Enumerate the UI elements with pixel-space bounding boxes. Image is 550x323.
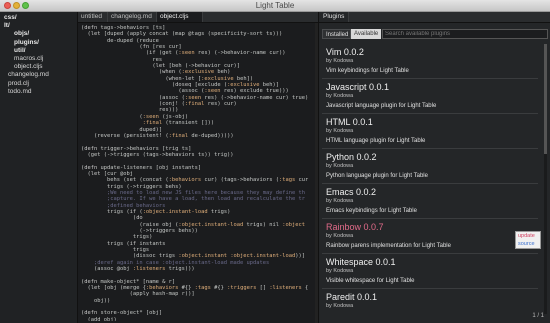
tree-file[interactable]: todo.md (0, 88, 77, 96)
plugin-name: Python (326, 152, 355, 162)
plugin-version: 0.0.1 (375, 257, 396, 267)
plugin-name: Whitespace (326, 257, 374, 267)
plugin-author: by Kodowa (326, 233, 354, 239)
plugins-panel: Plugins Installed Available Vim 0.0.2by … (318, 12, 550, 323)
plugin-name: Emacs (326, 187, 354, 197)
plugin-card[interactable]: Whitespace 0.0.1 by Kodowa Visible whitesp… (322, 254, 538, 289)
plugin-author: by Kodowa (326, 58, 354, 64)
plugin-version: 0.0.2 (356, 152, 377, 162)
code-line: (let [duped (apply concat (map @tags (sp… (81, 31, 283, 38)
plugin-title: Vim 0.0.2 (326, 44, 538, 58)
plugin-author: by Kodowa (326, 303, 354, 309)
update-menu-item[interactable]: update (516, 232, 540, 240)
plugin-title: Python 0.0.2 (326, 149, 538, 163)
plugin-card[interactable]: Emacs 0.0.2 by Kodowa Emacs keybindings fo… (322, 184, 538, 219)
plugins-tab-bar: Plugins (319, 12, 550, 23)
tree-file[interactable]: prod.clj (0, 80, 77, 88)
source-menu-item[interactable]: source (516, 240, 540, 248)
plugin-version: 0.0.1 (369, 82, 390, 92)
editor-tab[interactable]: changelog.md (108, 12, 157, 22)
tree-folder[interactable]: plugins/ (0, 39, 77, 47)
plugin-card[interactable]: HTML 0.0.1 by Kodowa HTML language plugin … (322, 114, 538, 149)
plugin-author: by Kodowa (326, 163, 354, 169)
plugin-context-menu: update source (515, 231, 541, 249)
editor-tab[interactable]: untitled (78, 12, 108, 22)
plugin-description: Emacs keybindings for Light Table (326, 208, 417, 214)
plugin-name: Vim (326, 47, 342, 57)
code-area[interactable]: (defn tags->behaviors [ts] (let [duped (… (81, 25, 317, 321)
file-tree: css/lt/objs/plugins/util/macros.clj objec… (0, 12, 78, 323)
app-window: Light Table css/lt/objs/plugins/util/mac… (0, 0, 550, 323)
plugin-card[interactable]: Vim 0.0.2 by Kodowa Vim keybindings for Li… (322, 44, 538, 79)
plugin-author: by Kodowa (326, 198, 354, 204)
page-indicator: 1 / 1 (532, 313, 544, 319)
plugin-name: Javascript (326, 82, 367, 92)
plugin-author: by Kodowa (326, 93, 354, 99)
editor-pane: untitled changelog.md object.cljs (defn ta… (78, 12, 318, 323)
plugin-description: HTML language plugin for Light Table (326, 138, 426, 144)
plugin-title: HTML 0.0.1 (326, 114, 538, 128)
plugin-author: by Kodowa (326, 268, 354, 274)
plugin-title: Emacs 0.0.2 (326, 184, 538, 198)
tree-file[interactable]: changelog.md (0, 71, 77, 79)
plugin-author: by Kodowa (326, 128, 354, 134)
plugin-title: Paredit 0.0.1 (326, 289, 538, 303)
tree-file[interactable]: macros.clj (0, 55, 77, 63)
status-bar: 1 / 1 (318, 312, 550, 323)
plugin-card[interactable]: Paredit 0.0.1 by Kodowa (322, 289, 538, 314)
plugin-search-input[interactable] (382, 29, 548, 39)
editor-tab[interactable]: object.cljs (157, 12, 203, 22)
installed-filter-button[interactable]: Installed (322, 29, 351, 39)
plugin-description: Vim keybindings for Light Table (326, 68, 409, 74)
tree-file[interactable]: object.cljs (0, 63, 77, 71)
plugin-list: Vim 0.0.2 by Kodowa Vim keybindings for Li… (322, 44, 548, 314)
plugin-version: 0.0.7 (363, 222, 384, 232)
plugin-card[interactable]: Rainbow 0.0.7 by Kodowa Rainbow parens imp… (322, 219, 538, 254)
plugin-title: Javascript 0.0.1 (326, 79, 538, 93)
tree-folder[interactable]: css/ (0, 14, 77, 22)
plugin-description: Visible whitespace for Light Table (326, 278, 415, 284)
plugin-title: Whitespace 0.0.1 (326, 254, 538, 268)
title-bar: Light Table (0, 0, 550, 12)
plugin-version: 0.0.1 (352, 117, 373, 127)
plugin-name: HTML (326, 117, 351, 127)
plugin-description: Python language plugin for Light Table (326, 173, 428, 179)
code-line: (add obj) (81, 316, 117, 321)
plugin-version: 0.0.2 (356, 187, 377, 197)
plugin-description: Javascript language plugin for Light Tab… (326, 103, 437, 109)
plugin-list-scrollbar[interactable] (544, 44, 547, 314)
plugin-card[interactable]: Python 0.0.2 by Kodowa Python language plu… (322, 149, 538, 184)
plugin-card[interactable]: Javascript 0.0.1 by Kodowa Javascript lang… (322, 79, 538, 114)
plugin-version: 0.0.2 (343, 47, 364, 57)
tree-folder[interactable]: objs/ (0, 30, 77, 38)
plugin-description: Rainbow parens implementation for Light … (326, 243, 451, 249)
editor-tab-bar: untitled changelog.md object.cljs (78, 12, 318, 23)
tree-folder[interactable]: lt/ (0, 22, 77, 30)
code-line: behs (set (concat (:behaviors cur) (tags… (81, 177, 309, 184)
tab-plugins[interactable]: Plugins (319, 12, 350, 22)
plugin-name: Paredit (326, 292, 355, 302)
plugin-filter-bar: Installed Available (322, 29, 548, 39)
plugin-title: Rainbow 0.0.7 (326, 219, 538, 233)
plugin-version: 0.0.1 (357, 292, 378, 302)
window-title: Light Table (255, 1, 295, 10)
code-line: (if (get (:seen res) (->behavior-name cu… (81, 50, 286, 57)
tree-folder[interactable]: util/ (0, 47, 77, 55)
available-filter-button[interactable]: Available (351, 29, 381, 39)
scrollbar-thumb[interactable] (544, 44, 547, 154)
plugin-name: Rainbow (326, 222, 362, 232)
